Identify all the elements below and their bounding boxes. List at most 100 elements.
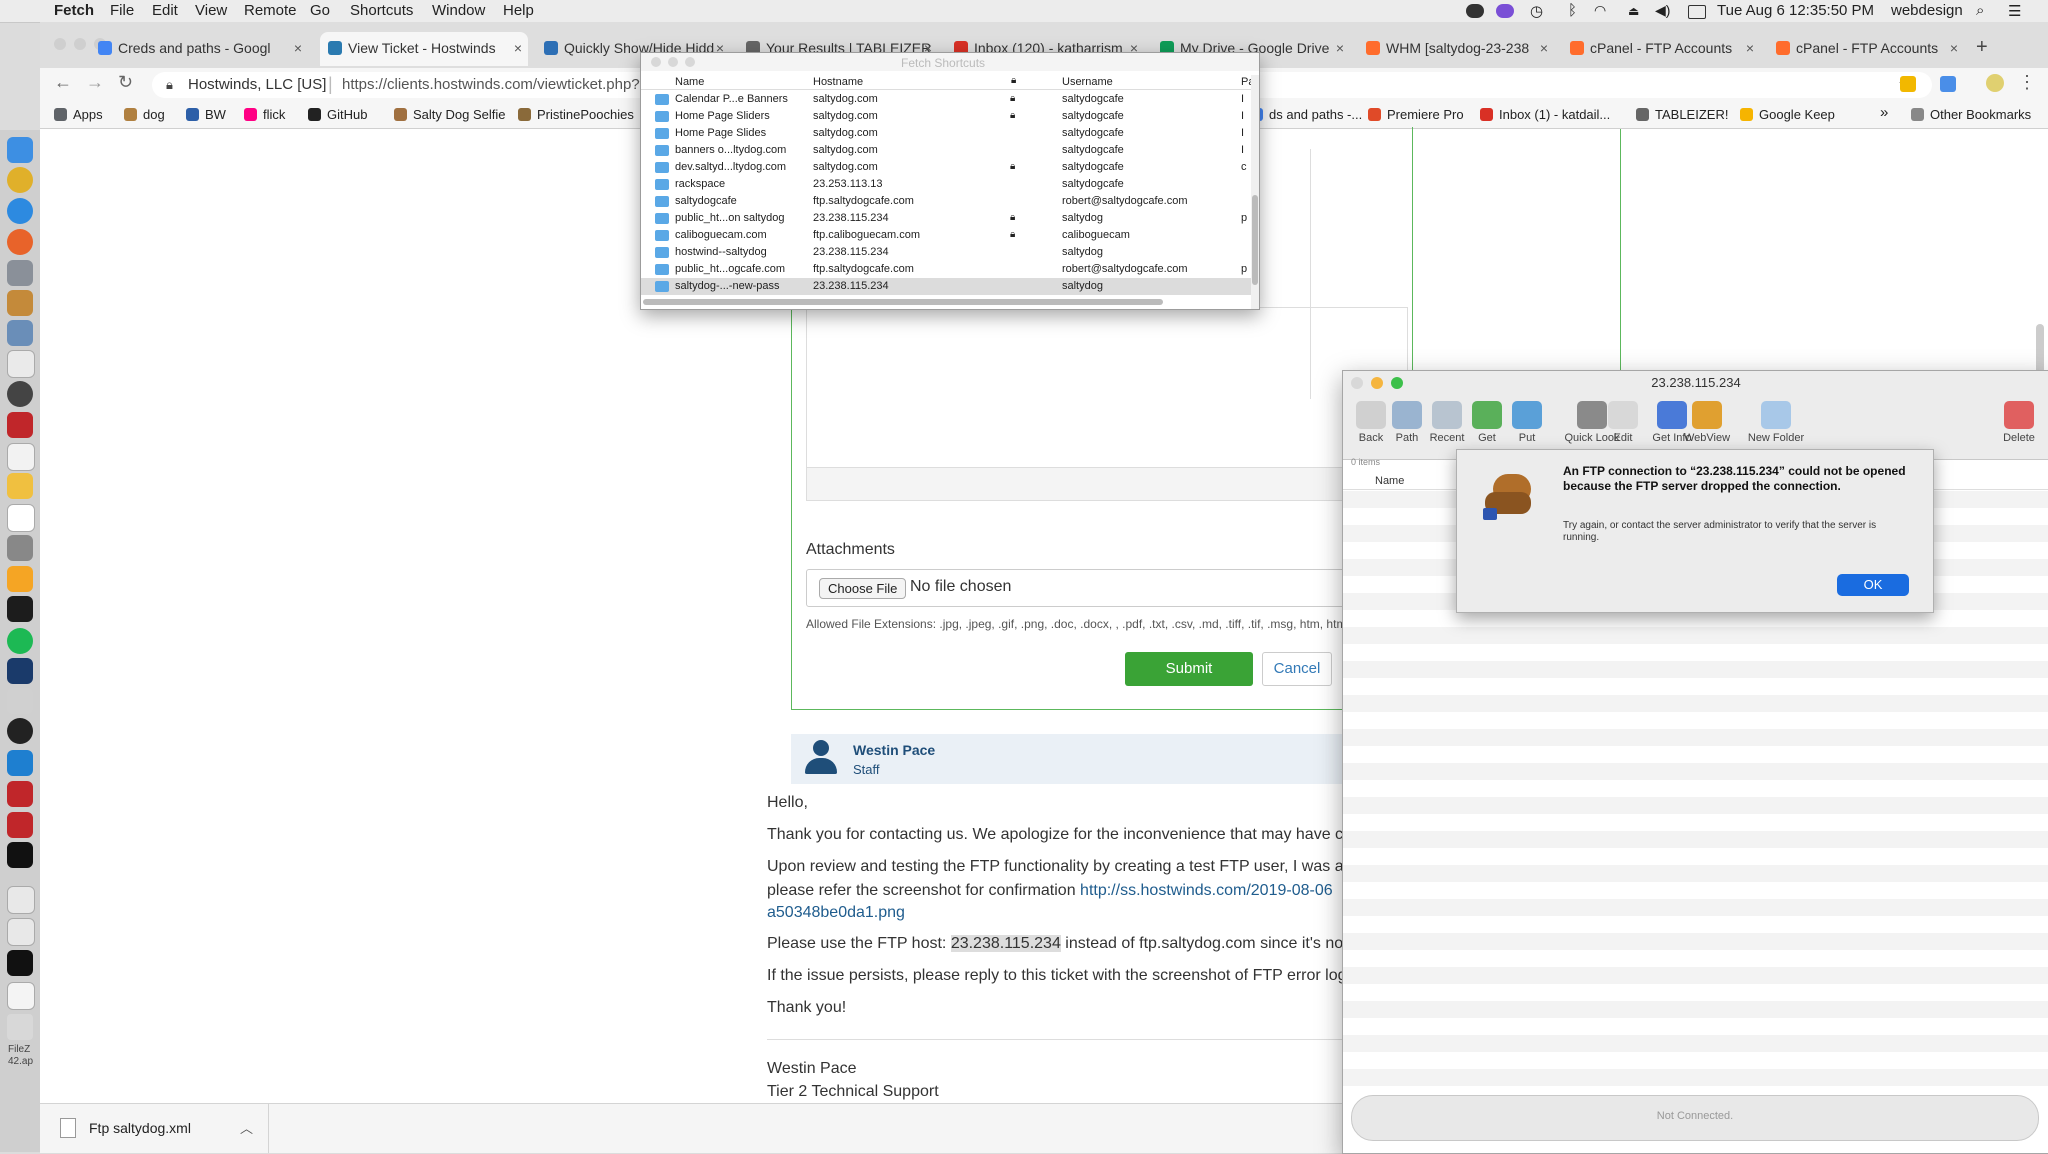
- delete-button[interactable]: Delete: [1995, 401, 2043, 444]
- page-scrollbar[interactable]: [2036, 324, 2044, 374]
- shortcut-row[interactable]: banners o...ltydog.com saltydog.com saltyd…: [641, 142, 1251, 159]
- sequel-icon[interactable]: [7, 566, 33, 592]
- github-desktop-icon[interactable]: [7, 718, 33, 744]
- document-icon[interactable]: [7, 886, 35, 914]
- shortcuts-zoom-button[interactable]: [685, 57, 695, 67]
- filezilla-icon-2[interactable]: [7, 781, 33, 807]
- new-tab-button[interactable]: +: [1976, 36, 1988, 59]
- display-icon[interactable]: [1688, 5, 1706, 19]
- shortcuts-horizontal-scrollbar[interactable]: [643, 299, 1163, 305]
- choose-file-button[interactable]: Choose File: [819, 578, 907, 599]
- vscode-icon[interactable]: [7, 750, 33, 776]
- shortcuts-scrollbar-thumb[interactable]: [1252, 195, 1258, 285]
- creative-cloud-icon[interactable]: [1466, 4, 1484, 18]
- chrome-menu-icon[interactable]: ⋮: [2018, 72, 2036, 93]
- submit-button[interactable]: Submit: [1125, 652, 1253, 686]
- textedit-icon[interactable]: [7, 443, 35, 471]
- screenshot-link-continued[interactable]: a50348be0da1.png: [767, 904, 905, 922]
- app-icon[interactable]: [7, 535, 33, 561]
- forward-arrow-icon[interactable]: →: [86, 72, 104, 93]
- app-icon-2[interactable]: [7, 688, 33, 714]
- coda-icon[interactable]: [7, 658, 33, 684]
- shortcut-row[interactable]: caliboguecam.com ftp.caliboguecam.com cali…: [641, 227, 1251, 244]
- menu-edit[interactable]: Edit: [152, 2, 178, 19]
- firefox-icon[interactable]: [7, 229, 33, 255]
- preview-icon[interactable]: [7, 320, 33, 346]
- menu-file[interactable]: File: [110, 2, 134, 19]
- bookmark-item[interactable]: BW: [186, 107, 226, 122]
- shortcut-row[interactable]: Calendar P...e Banners saltydog.com saltyd…: [641, 91, 1251, 108]
- filezilla-icon[interactable]: [7, 412, 33, 438]
- document-icon-2[interactable]: [7, 918, 35, 946]
- window-close-button[interactable]: [54, 38, 66, 50]
- safari-icon[interactable]: [7, 198, 33, 224]
- finder-icon[interactable]: [7, 137, 33, 163]
- bookmark-item[interactable]: Apps: [54, 107, 103, 122]
- stickies-icon[interactable]: [7, 473, 33, 499]
- shortcuts-close-button[interactable]: [651, 57, 661, 67]
- menu-clock[interactable]: Tue Aug 6 12:35:50 PM: [1717, 2, 1874, 19]
- menu-help[interactable]: Help: [503, 2, 534, 19]
- col-hostname[interactable]: Hostname: [813, 76, 863, 88]
- wifi-icon[interactable]: ◠: [1594, 2, 1606, 19]
- col-lock-icon[interactable]: 🔒︎: [1011, 75, 1016, 86]
- reload-icon[interactable]: ↻: [118, 72, 133, 93]
- cloud-app-icon[interactable]: [1496, 4, 1514, 18]
- tab-close-icon[interactable]: ×: [1746, 40, 1754, 56]
- browser-tab[interactable]: cPanel - FTP Accounts ×: [1562, 32, 1760, 66]
- bookmarks-overflow[interactable]: »: [1880, 104, 1888, 121]
- shortcut-row[interactable]: public_ht...ogcafe.com ftp.saltydogcafe.c…: [641, 261, 1251, 278]
- tab-close-icon[interactable]: ×: [514, 40, 522, 56]
- shortcut-row[interactable]: Home Page Sliders saltydog.com saltydogcaf…: [641, 108, 1251, 125]
- shortcut-row[interactable]: saltydog-...-new-pass 23.238.115.234 salty…: [641, 278, 1251, 295]
- menu-remote[interactable]: Remote: [244, 2, 297, 19]
- document-icon-3[interactable]: [7, 982, 35, 1010]
- shortcut-row[interactable]: Home Page Slides saltydog.com saltydogcafe…: [641, 125, 1251, 142]
- trash-icon[interactable]: [7, 1014, 33, 1040]
- calendar-icon[interactable]: [7, 504, 35, 532]
- time-machine-icon[interactable]: ◷: [1530, 2, 1543, 20]
- bookmark-item[interactable]: dog: [124, 107, 165, 122]
- message-textarea[interactable]: [806, 307, 1408, 468]
- terminal-doc-icon[interactable]: [7, 950, 33, 976]
- spotify-icon[interactable]: [7, 628, 33, 654]
- fetch-dog-icon[interactable]: [7, 290, 33, 316]
- eject-icon[interactable]: ⏏: [1628, 4, 1639, 18]
- cancel-button[interactable]: Cancel: [1262, 652, 1332, 686]
- menu-user[interactable]: webdesign: [1891, 2, 1963, 19]
- shortcut-row[interactable]: hostwind--saltydog 23.238.115.234 saltydog: [641, 244, 1251, 261]
- bookmark-item[interactable]: PristinePoochies: [518, 107, 634, 122]
- bookmark-item[interactable]: Google Keep: [1740, 107, 1835, 122]
- new-folder-button[interactable]: New Folder: [1743, 401, 1809, 444]
- menu-app-name[interactable]: Fetch: [54, 2, 94, 19]
- notification-center-icon[interactable]: ☰: [2008, 2, 2021, 20]
- download-filename[interactable]: Ftp saltydog.xml: [89, 1120, 191, 1136]
- bookmark-item[interactable]: Salty Dog Selfie: [394, 107, 506, 122]
- app-grid-icon[interactable]: [7, 596, 33, 622]
- browser-tab[interactable]: View Ticket - Hostwinds ×: [320, 32, 528, 66]
- window-minimize-button[interactable]: [74, 38, 86, 50]
- bookmark-item[interactable]: TABLEIZER!: [1636, 107, 1728, 122]
- browser-tab[interactable]: WHM [saltydog-23-238 ×: [1358, 32, 1554, 66]
- shortcut-row[interactable]: public_ht...on saltydog 23.238.115.234 sal…: [641, 210, 1251, 227]
- back-arrow-icon[interactable]: ←: [54, 72, 72, 93]
- launchpad-icon[interactable]: [7, 260, 33, 286]
- bookmark-item[interactable]: Inbox (1) - katdail...: [1480, 107, 1610, 122]
- tab-close-icon[interactable]: ×: [1540, 40, 1548, 56]
- browser-tab[interactable]: cPanel - FTP Accounts ×: [1768, 32, 1964, 66]
- webview-button[interactable]: WebView: [1683, 401, 1731, 444]
- download-item[interactable]: Ftp saltydog.xml ︿: [40, 1104, 269, 1153]
- extension-icon-2[interactable]: [1940, 76, 1956, 92]
- tab-close-icon[interactable]: ×: [1950, 40, 1958, 56]
- bookmark-item[interactable]: flick: [244, 107, 285, 122]
- ok-button[interactable]: OK: [1837, 574, 1909, 596]
- menu-view[interactable]: View: [195, 2, 227, 19]
- profile-avatar[interactable]: [1986, 74, 2004, 92]
- terminal-icon[interactable]: [7, 842, 33, 868]
- filezilla-icon-3[interactable]: [7, 812, 33, 838]
- spotlight-icon[interactable]: ⌕: [1976, 2, 1984, 19]
- screenshot-link[interactable]: http://ss.hostwinds.com/2019-08-06: [1080, 882, 1333, 899]
- system-preferences-icon[interactable]: [7, 381, 33, 407]
- put-button[interactable]: Put: [1503, 401, 1551, 444]
- other-bookmarks[interactable]: Other Bookmarks: [1911, 107, 2031, 122]
